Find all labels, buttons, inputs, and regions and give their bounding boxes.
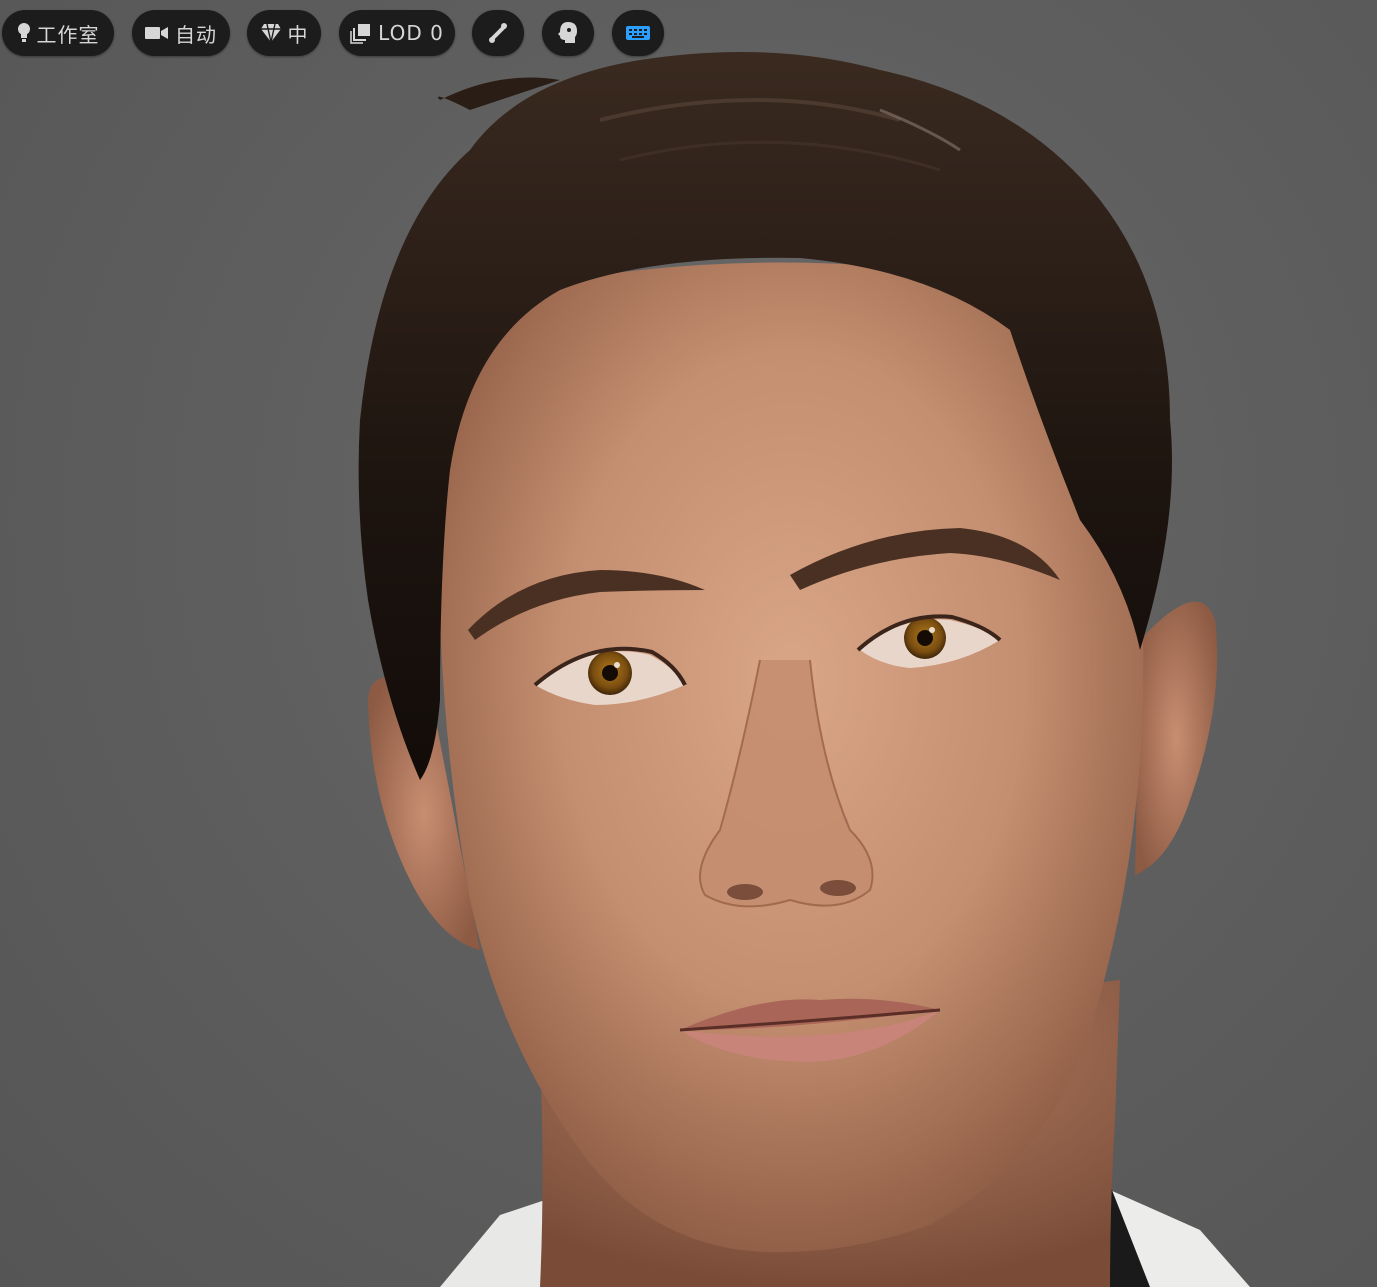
character-head-render[interactable]	[0, 0, 1377, 1287]
right-ear	[1135, 601, 1218, 875]
lod-label: LOD 0	[378, 21, 444, 45]
video-camera-icon	[145, 25, 169, 41]
camera-mode-button[interactable]: 自动	[132, 10, 230, 56]
diamond-icon	[260, 23, 282, 43]
lod-button[interactable]: LOD 0	[339, 10, 455, 56]
head-profile-icon	[557, 21, 579, 45]
lighting-preset-button[interactable]: 工作室	[2, 10, 114, 56]
keyboard-controls-button[interactable]	[612, 10, 664, 56]
3d-viewport[interactable]: 工作室 自动 中 LOD 0	[0, 0, 1377, 1287]
lighting-preset-label: 工作室	[36, 22, 100, 47]
layers-icon	[350, 22, 372, 44]
quality-label: 中	[287, 22, 309, 47]
camera-mode-label: 自动	[175, 22, 217, 47]
bone-icon	[487, 22, 509, 44]
head-view-button[interactable]	[542, 10, 594, 56]
lightbulb-icon	[17, 22, 31, 44]
keyboard-icon	[625, 24, 651, 42]
quality-button[interactable]: 中	[247, 10, 321, 56]
skeleton-toggle-button[interactable]	[472, 10, 524, 56]
